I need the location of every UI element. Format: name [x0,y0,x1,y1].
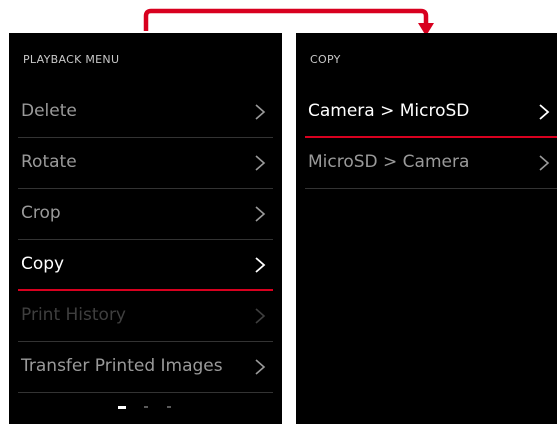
page-indicator [9,406,282,410]
menu-item-label: Camera > MicroSD [308,101,470,121]
chevron-right-icon [537,154,551,172]
menu-item-label: Copy [21,254,65,274]
chevron-right-icon [253,256,267,274]
copy-menu-list: Camera > MicroSD MicroSD > Camera [296,87,557,189]
menu-item-label: Crop [21,203,61,223]
chevron-right-icon [253,307,267,325]
page-dot [167,406,171,408]
playback-menu-screen: PLAYBACK MENU Delete Rotate Crop Copy Pr… [9,33,282,424]
playback-menu-list: Delete Rotate Crop Copy Print History Tr… [9,87,282,393]
menu-item-microsd-to-camera[interactable]: MicroSD > Camera [305,138,557,189]
menu-item-label: Delete [21,101,77,121]
menu-item-rotate[interactable]: Rotate [18,138,273,189]
chevron-right-icon [253,205,267,223]
menu-item-delete[interactable]: Delete [18,87,273,138]
menu-item-label: Rotate [21,152,77,172]
chevron-right-icon [253,103,267,121]
menu-item-copy[interactable]: Copy [18,240,273,291]
menu-item-camera-to-microsd[interactable]: Camera > MicroSD [305,87,557,138]
screen-title: COPY [310,53,341,66]
copy-menu-screen: COPY Camera > MicroSD MicroSD > Camera [296,33,557,424]
page-dot-active [118,406,126,409]
menu-item-print-history: Print History [18,291,273,342]
page-dot [144,406,148,408]
menu-item-transfer-printed-images[interactable]: Transfer Printed Images [18,342,273,393]
menu-item-label: Print History [21,305,126,325]
menu-item-label: Transfer Printed Images [21,356,223,376]
menu-item-label: MicroSD > Camera [308,152,470,172]
chevron-right-icon [253,358,267,376]
chevron-right-icon [253,154,267,172]
menu-item-crop[interactable]: Crop [18,189,273,240]
chevron-right-icon [537,103,551,121]
screen-title: PLAYBACK MENU [23,53,120,66]
